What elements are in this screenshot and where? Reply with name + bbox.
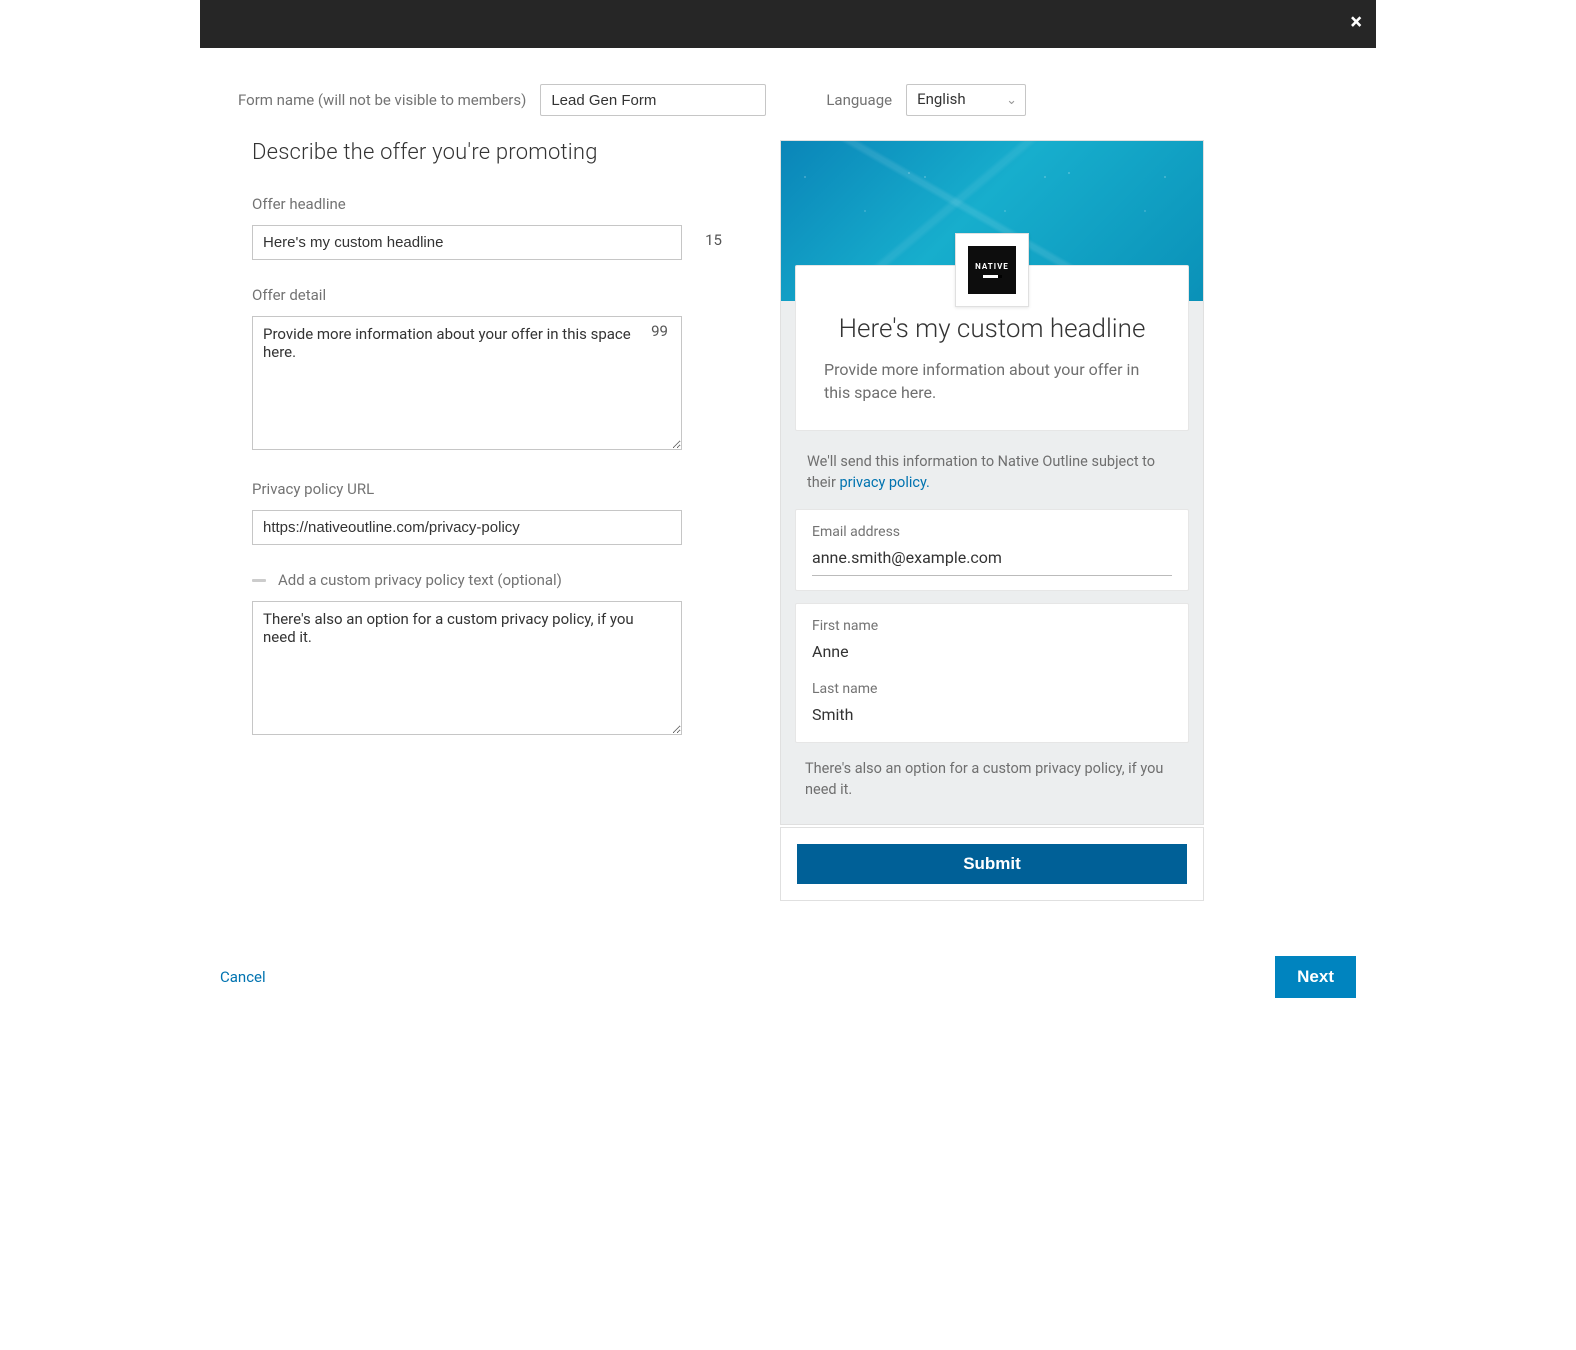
privacy-url-label: Privacy policy URL xyxy=(252,480,732,498)
language-select[interactable]: English ⌄ xyxy=(906,84,1026,116)
preview-name-block: First name Anne Last name Smith xyxy=(795,603,1189,743)
form-name-label: Form name (will not be visible to member… xyxy=(238,91,526,109)
preview-submit-wrap: Submit xyxy=(780,827,1204,901)
logo-icon: NATIVE xyxy=(968,246,1016,294)
submit-button[interactable]: Submit xyxy=(797,844,1187,884)
modal-footer: Cancel Next xyxy=(200,936,1376,1014)
form-name-input[interactable] xyxy=(540,84,766,116)
close-icon[interactable]: × xyxy=(1350,10,1362,35)
collapse-icon[interactable] xyxy=(252,579,266,582)
preview-headline: Here's my custom headline xyxy=(824,314,1160,344)
detail-label: Offer detail xyxy=(252,286,732,304)
preview-firstname-label: First name xyxy=(812,618,1172,634)
custom-privacy-field-group: Add a custom privacy policy text (option… xyxy=(252,571,732,739)
detail-textarea[interactable] xyxy=(252,316,682,450)
language-value: English xyxy=(917,90,966,108)
preview-email-value[interactable]: anne.smith@example.com xyxy=(812,548,1172,576)
chevron-down-icon: ⌄ xyxy=(1006,93,1017,108)
language-label: Language xyxy=(826,91,892,109)
preview-custom-privacy: There's also an option for a custom priv… xyxy=(795,755,1189,810)
preview-email-block: Email address anne.smith@example.com xyxy=(795,509,1189,591)
detail-char-count: 99 xyxy=(651,322,668,340)
modal-topbar: × xyxy=(200,0,1376,48)
headline-field-group: Offer headline 15 xyxy=(252,195,732,260)
privacy-url-field-group: Privacy policy URL xyxy=(252,480,732,545)
logo-text: NATIVE xyxy=(975,262,1009,272)
next-button[interactable]: Next xyxy=(1275,956,1356,998)
custom-privacy-textarea[interactable] xyxy=(252,601,682,735)
preview-lastname-label: Last name xyxy=(812,681,1172,697)
preview-email-label: Email address xyxy=(812,524,1172,540)
preview-detail: Provide more information about your offe… xyxy=(824,358,1160,404)
preview-consent-text: We'll send this information to Native Ou… xyxy=(795,443,1189,509)
preview-lastname-value[interactable]: Smith xyxy=(812,705,1172,728)
preview-firstname-value[interactable]: Anne xyxy=(812,642,1172,665)
privacy-policy-link[interactable]: privacy policy. xyxy=(839,474,929,491)
privacy-url-input[interactable] xyxy=(252,510,682,545)
cancel-link[interactable]: Cancel xyxy=(220,968,266,986)
detail-field-group: Offer detail 99 xyxy=(252,286,732,454)
preview-pane: NATIVE Here's my custom headline Provide… xyxy=(780,140,1204,901)
headline-input[interactable] xyxy=(252,225,682,260)
headline-label: Offer headline xyxy=(252,195,732,213)
form-editor: Describe the offer you're promoting Offe… xyxy=(252,140,732,765)
preview-logo: NATIVE xyxy=(955,233,1029,307)
section-title: Describe the offer you're promoting xyxy=(252,140,732,165)
custom-privacy-label: Add a custom privacy policy text (option… xyxy=(278,571,562,589)
headline-char-count: 15 xyxy=(705,231,722,249)
